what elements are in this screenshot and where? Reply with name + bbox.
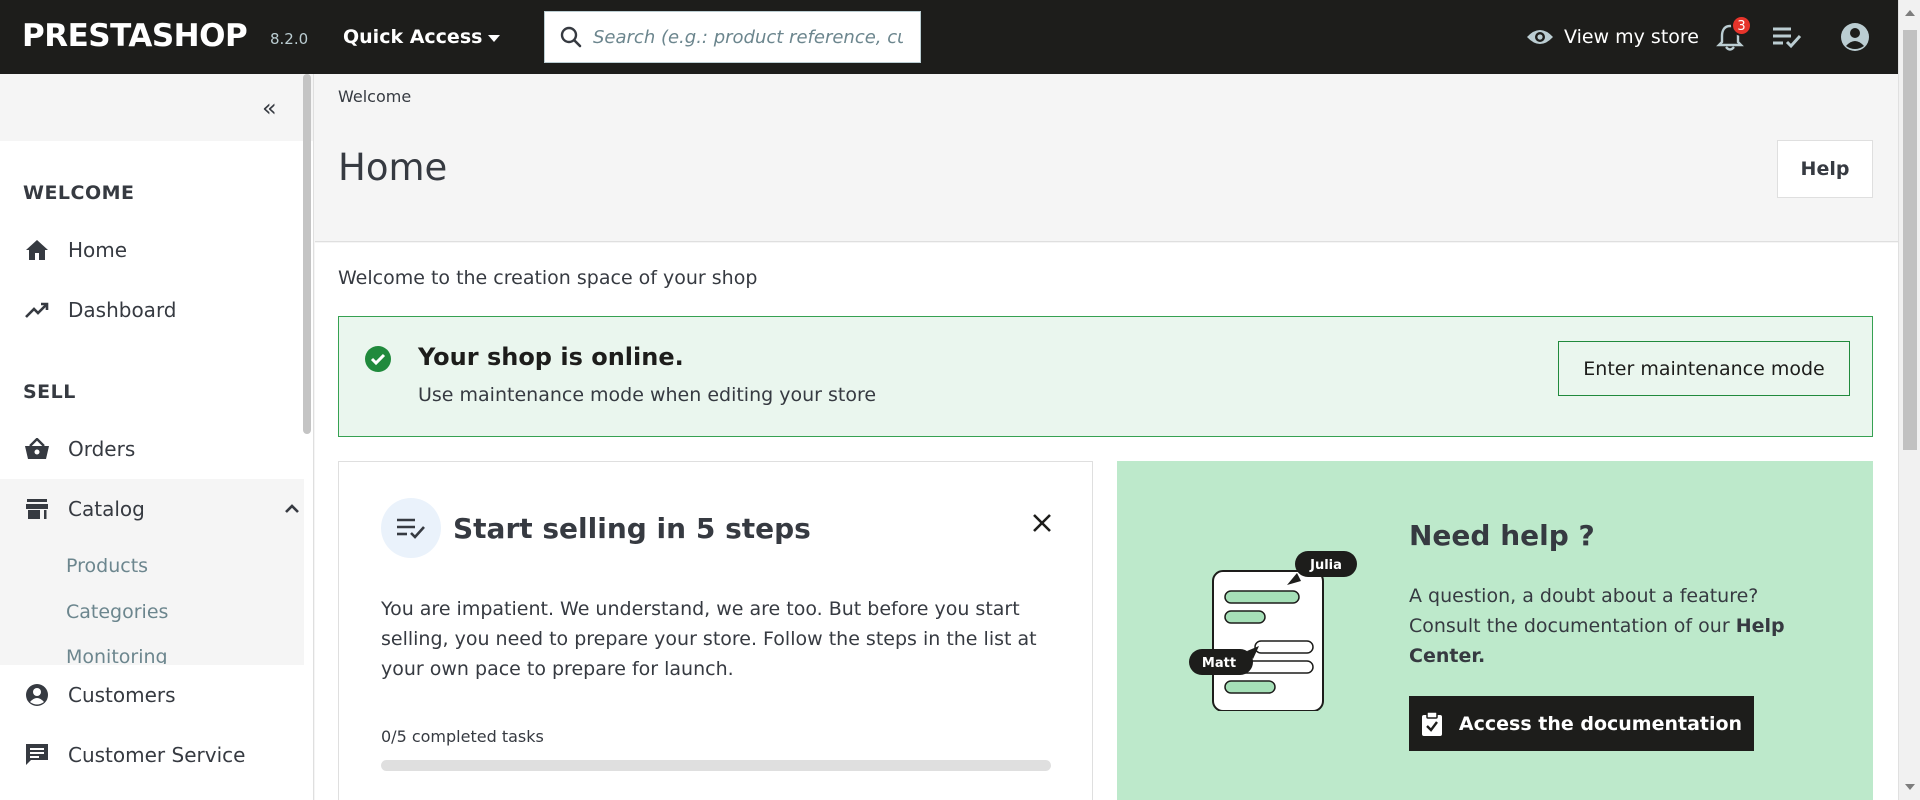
sidebar-item-catalog[interactable]: Catalog (0, 479, 304, 539)
sidebar-subitem-monitoring[interactable]: Monitoring (66, 646, 168, 664)
welcome-text: Welcome to the creation space of your sh… (338, 267, 758, 289)
section-title-welcome: WELCOME (23, 182, 135, 204)
trending-up-icon (24, 297, 50, 323)
help-button[interactable]: Help (1777, 140, 1873, 198)
breadcrumb[interactable]: Welcome (338, 87, 411, 106)
scrollbar-thumb[interactable] (1903, 30, 1917, 450)
quick-access-label: Quick Access (343, 26, 483, 48)
start-selling-description: You are impatient. We understand, we are… (381, 598, 1037, 680)
bubble-julia: Julia (1309, 558, 1342, 573)
search-icon (560, 26, 582, 48)
access-documentation-button[interactable]: Access the documentation (1409, 696, 1754, 751)
section-title-sell: SELL (23, 381, 76, 403)
chevron-up-icon (285, 504, 299, 513)
checklist-icon (381, 498, 441, 558)
need-help-text: A question, a doubt about a feature? Con… (1409, 585, 1759, 637)
sidebar-item-label: Customer Service (68, 743, 246, 767)
scroll-up-icon[interactable] (1905, 10, 1915, 16)
shop-online-subtitle: Use maintenance mode when editing your s… (418, 384, 877, 406)
chat-illustration: Julia Matt (1189, 551, 1369, 715)
scroll-down-icon[interactable] (1905, 784, 1915, 790)
tasks-button[interactable] (1771, 25, 1803, 53)
access-documentation-label: Access the documentation (1458, 712, 1743, 735)
search-input[interactable] (593, 26, 903, 48)
sidebar-item-home[interactable]: Home (0, 220, 304, 280)
view-my-store-link[interactable]: View my store (1526, 26, 1699, 48)
checklist-icon (1773, 27, 1802, 49)
need-help-description: A question, a doubt about a feature? Con… (1409, 581, 1809, 671)
sidebar-item-customers[interactable]: Customers (0, 665, 304, 725)
notification-count-badge: 3 (1731, 15, 1752, 36)
start-selling-title: Start selling in 5 steps (453, 512, 811, 545)
eye-icon (1527, 30, 1553, 44)
sidebar-item-orders[interactable]: Orders (0, 419, 304, 479)
version-label: 8.2.0 (270, 30, 309, 48)
view-my-store-label: View my store (1564, 26, 1699, 48)
sidebar-collapse-bar: « (0, 74, 313, 141)
sidebar-item-dashboard[interactable]: Dashboard (0, 280, 304, 340)
account-button[interactable] (1840, 22, 1870, 56)
check-circle-icon (365, 346, 391, 372)
sidebar-item-customer-service[interactable]: Customer Service (0, 725, 304, 785)
sidebar-scrollbar[interactable] (303, 74, 311, 434)
progress-label: 0/5 completed tasks (381, 727, 544, 746)
page-title: Home (338, 146, 448, 189)
sidebar-subitem-categories[interactable]: Categories (66, 601, 168, 623)
home-icon (24, 237, 50, 263)
content-area: Welcome to the creation space of your sh… (315, 243, 1898, 800)
shop-online-title: Your shop is online. (418, 343, 684, 371)
enter-maintenance-button[interactable]: Enter maintenance mode (1558, 341, 1850, 396)
basket-icon (24, 436, 50, 462)
sidebar-item-label: Catalog (68, 497, 145, 521)
bubble-matt: Matt (1202, 656, 1236, 671)
start-selling-card: Start selling in 5 steps You are impatie… (338, 461, 1093, 800)
sidebar-subitem-products[interactable]: Products (66, 555, 148, 577)
caret-down-icon (488, 35, 501, 42)
collapse-sidebar-icon[interactable]: « (262, 94, 277, 122)
account-circle-icon (1841, 23, 1869, 51)
need-help-card: Julia Matt Need help ? A question, a dou… (1117, 461, 1873, 800)
account-circle-icon (24, 682, 50, 708)
page-header: Welcome Home Help (315, 74, 1898, 242)
main-content: Welcome Home Help Welcome to the creatio… (315, 74, 1898, 800)
shop-online-banner: Your shop is online. Use maintenance mod… (338, 316, 1873, 437)
sidebar-item-label: Dashboard (68, 298, 177, 322)
sidebar-item-label: Customers (68, 683, 176, 707)
need-help-title: Need help ? (1409, 519, 1595, 552)
chat-icon (24, 742, 50, 768)
top-bar: PRESTASHOP 8.2.0 Quick Access View my st… (0, 0, 1898, 74)
close-icon[interactable] (1031, 512, 1053, 538)
progress-bar (381, 760, 1051, 771)
sidebar: « WELCOME Home Dashboard SELL Orders Cat… (0, 74, 314, 800)
page-scrollbar[interactable] (1898, 0, 1920, 800)
prestashop-logo[interactable]: PRESTASHOP (22, 18, 248, 54)
store-icon (24, 496, 50, 522)
sidebar-item-label: Orders (68, 437, 136, 461)
clipboard-check-icon (1421, 710, 1442, 736)
quick-access-dropdown[interactable]: Quick Access (343, 26, 501, 48)
sidebar-item-label: Home (68, 238, 128, 262)
search-box[interactable] (544, 11, 921, 63)
